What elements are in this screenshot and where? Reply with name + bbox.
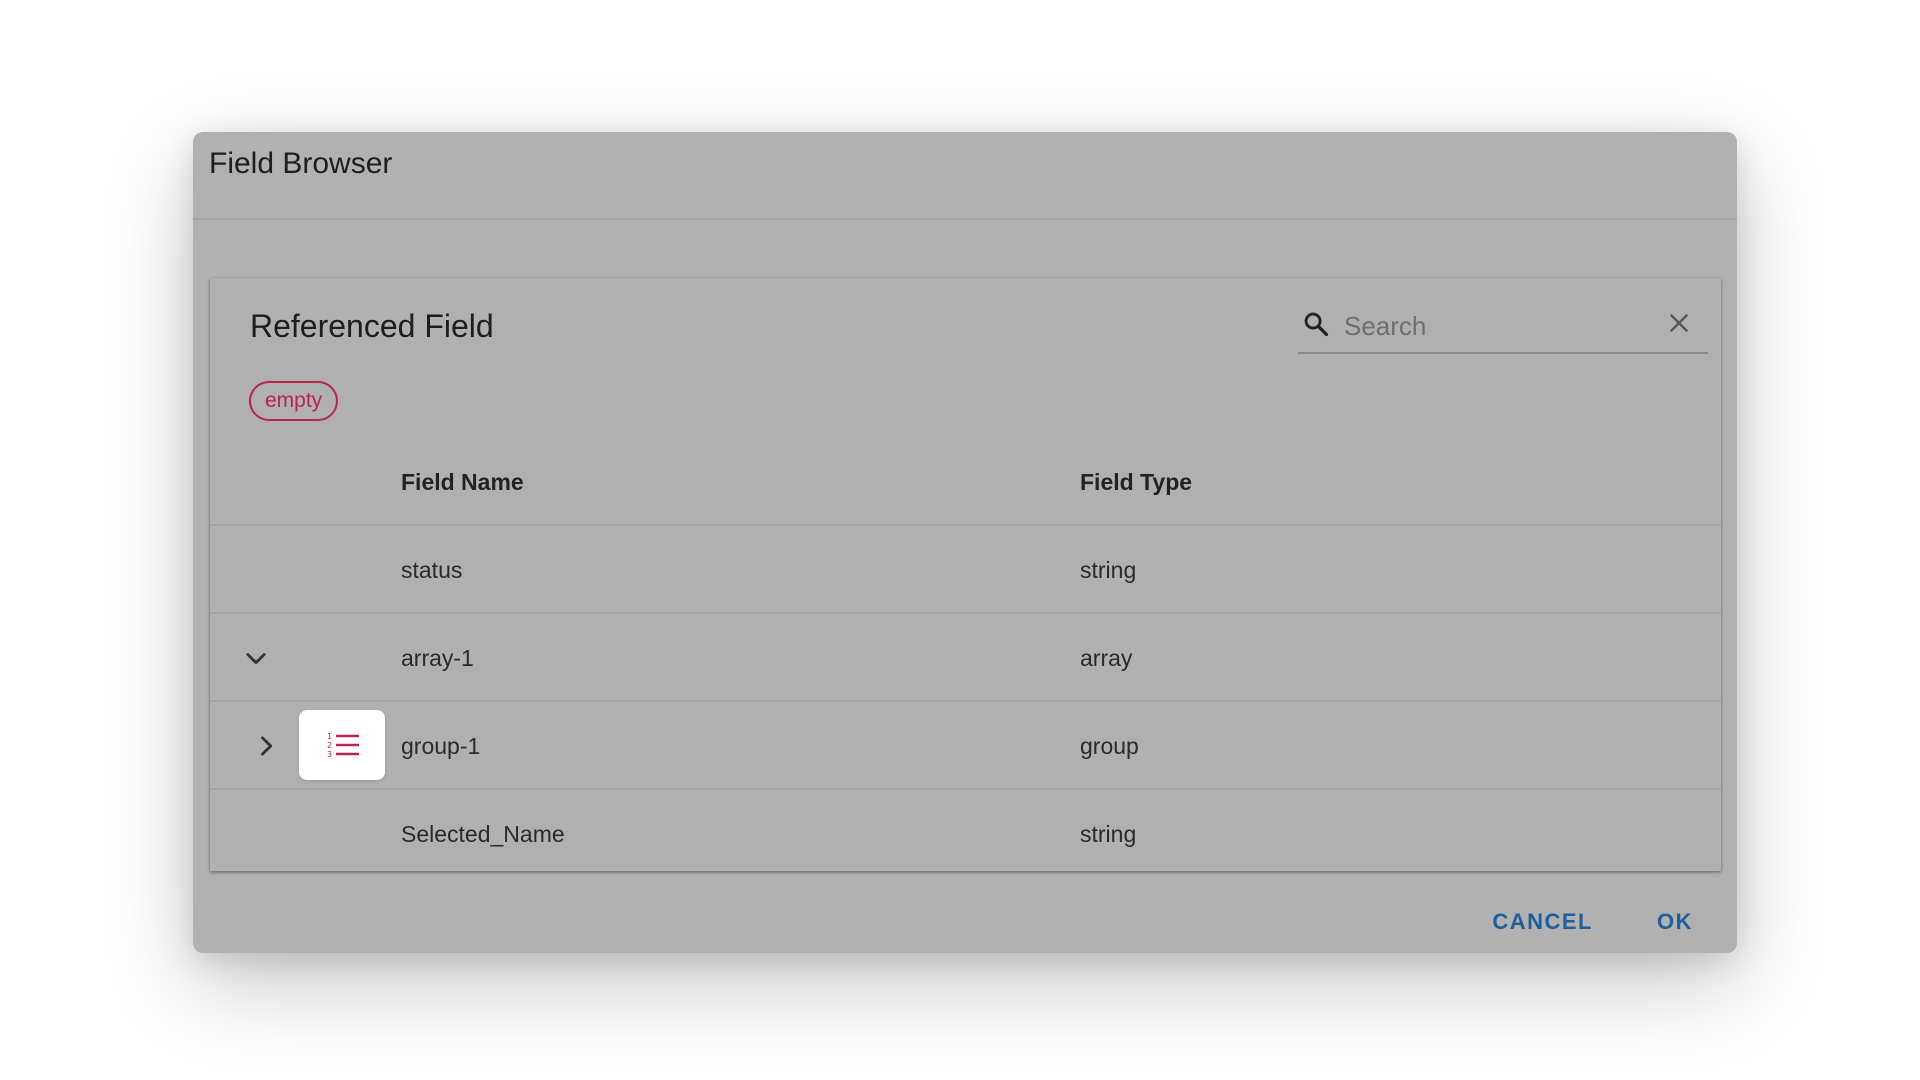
close-icon[interactable]	[1666, 310, 1692, 336]
svg-text:1: 1	[327, 732, 332, 741]
chevron-right-icon[interactable]	[252, 732, 280, 760]
svg-text:3: 3	[327, 750, 332, 759]
table-header: Field Name Field Type	[210, 438, 1721, 526]
field-name-cell: array-1	[401, 645, 474, 671]
chevron-down-icon[interactable]	[242, 644, 270, 672]
field-table: Field Name Field Type status string arra…	[210, 438, 1721, 878]
ok-button[interactable]: OK	[1649, 901, 1701, 943]
search-box	[1298, 298, 1708, 354]
field-browser-dialog: Field Browser Referenced Field empty Fie…	[193, 132, 1737, 953]
table-row[interactable]: Selected_Name string	[210, 790, 1721, 878]
table-row[interactable]: array-1 array	[210, 614, 1721, 702]
field-name-cell: Selected_Name	[401, 821, 565, 847]
list-view-button[interactable]: 1 2 3	[299, 710, 385, 780]
referenced-field-panel: Referenced Field empty Field Name Field …	[210, 278, 1721, 871]
column-header-field-name[interactable]: Field Name	[401, 438, 524, 526]
list-numbered-icon: 1 2 3	[327, 732, 359, 759]
search-icon	[1304, 312, 1329, 337]
field-type-cell: string	[1080, 557, 1137, 583]
dialog-header: Field Browser	[193, 132, 1737, 220]
dialog-actions: CANCEL OK	[1484, 901, 1701, 943]
field-name-cell: group-1	[401, 733, 481, 759]
field-type-cell: group	[1080, 733, 1139, 759]
field-name-cell: status	[401, 557, 463, 583]
table-row[interactable]: 1 2 3 group-1 group	[210, 702, 1721, 790]
empty-filter-chip[interactable]: empty	[249, 381, 339, 421]
svg-text:2: 2	[327, 741, 332, 750]
screen: Field Browser Referenced Field empty Fie…	[0, 0, 1920, 1080]
column-header-field-type[interactable]: Field Type	[1080, 438, 1192, 526]
field-type-cell: string	[1080, 821, 1137, 847]
search-input[interactable]	[1344, 308, 1644, 344]
cancel-button[interactable]: CANCEL	[1484, 901, 1601, 943]
field-type-cell: array	[1080, 645, 1133, 671]
dialog-title: Field Browser	[209, 147, 393, 180]
table-row[interactable]: status string	[210, 526, 1721, 614]
panel-title: Referenced Field	[250, 308, 494, 344]
